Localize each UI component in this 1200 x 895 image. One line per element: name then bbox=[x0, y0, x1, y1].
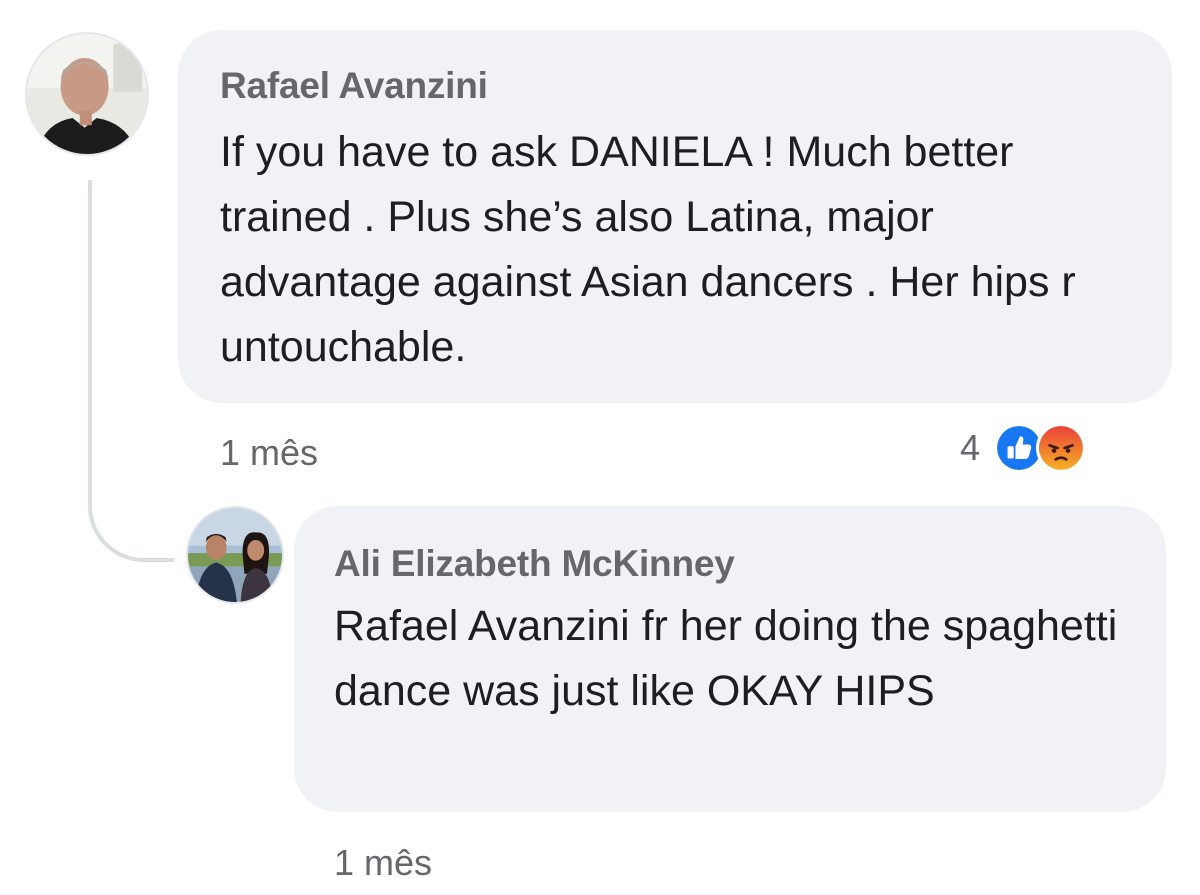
avatar[interactable] bbox=[25, 32, 149, 156]
reply-thread-connector bbox=[88, 180, 174, 562]
comment-text: Rafael Avanzini fr her doing the spaghet… bbox=[334, 602, 1118, 715]
comment-author[interactable]: Ali Elizabeth McKinney bbox=[334, 540, 1126, 588]
comment-author[interactable]: Rafael Avanzini bbox=[220, 62, 1130, 110]
avatar[interactable] bbox=[186, 506, 284, 604]
comment-bubble: Rafael Avanzini If you have to ask DANIE… bbox=[178, 30, 1172, 403]
reaction-icons bbox=[994, 423, 1087, 473]
reaction-count: 4 bbox=[960, 427, 981, 468]
comment-text: If you have to ask DANIELA ! Much better… bbox=[220, 128, 1076, 371]
angry-icon bbox=[1036, 423, 1087, 473]
reaction-summary[interactable]: 4 bbox=[960, 423, 1087, 473]
comment-timestamp[interactable]: 1 mês bbox=[334, 843, 432, 883]
comment-timestamp[interactable]: 1 mês bbox=[220, 433, 318, 473]
comment-bubble: Ali Elizabeth McKinney Rafael Avanzini f… bbox=[294, 506, 1166, 812]
comment-thread: Rafael Avanzini If you have to ask DANIE… bbox=[0, 0, 1200, 895]
